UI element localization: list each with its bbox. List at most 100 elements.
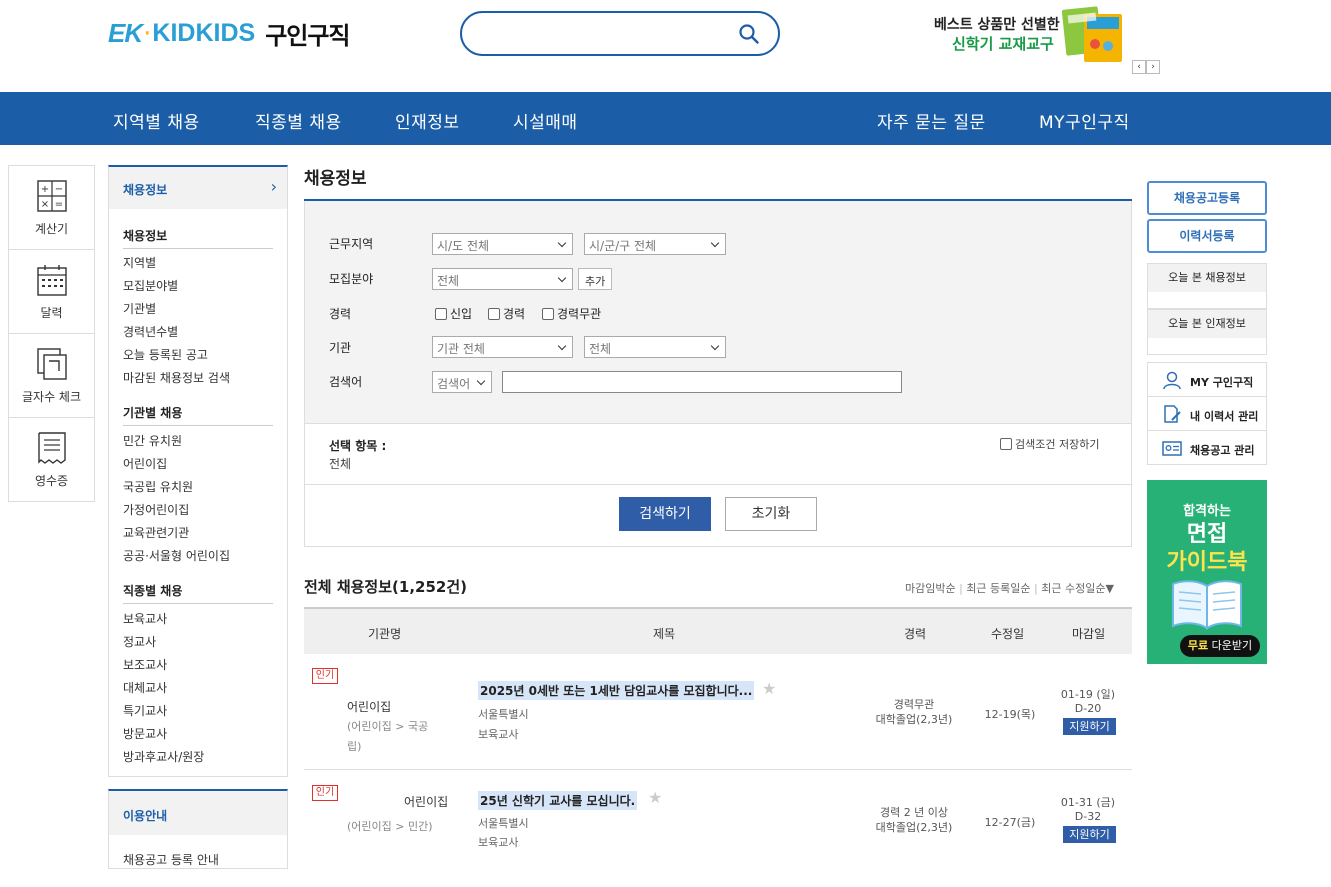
- keyword-input[interactable]: [502, 371, 902, 393]
- sort-modified[interactable]: 최근 수정일순▼: [1041, 582, 1114, 595]
- row-dday: D-32: [1074, 810, 1102, 823]
- apply-button[interactable]: 지원하기: [1063, 826, 1116, 843]
- side-section-title: 직종별 채용: [123, 582, 273, 604]
- quick-char-count[interactable]: 글자수 체크: [9, 334, 94, 418]
- side-link-region[interactable]: 지역별: [123, 254, 156, 271]
- nav-my-page[interactable]: MY구인구직: [1039, 108, 1130, 133]
- row-education: 대학졸업(2,3년): [875, 821, 953, 834]
- chevron-right-icon: ›: [270, 177, 277, 196]
- sort-registered[interactable]: 최근 등록일순: [966, 582, 1030, 595]
- nav-talent[interactable]: 인재정보: [395, 108, 460, 133]
- row-org[interactable]: 어린이집: [347, 698, 442, 716]
- nav-faq[interactable]: 자주 묻는 질문: [877, 108, 986, 133]
- nav-region-jobs[interactable]: 지역별 채용: [113, 108, 200, 133]
- popular-badge: 인기: [312, 668, 338, 684]
- col-org: 기관명: [368, 627, 402, 641]
- my-jobsearch-link[interactable]: MY 구인구직: [1148, 363, 1266, 397]
- banner-prev-button[interactable]: ‹: [1132, 60, 1146, 74]
- nav-occupation-jobs[interactable]: 직종별 채용: [255, 108, 342, 133]
- site-logo[interactable]: EK · KIDKIDS 구인구직: [108, 16, 351, 51]
- org-sub-select[interactable]: 전체: [584, 336, 726, 358]
- row-modified: 12-27(금): [984, 816, 1036, 829]
- side-link-field[interactable]: 모집분야별: [123, 277, 178, 294]
- side-link-daycare[interactable]: 어린이집: [123, 455, 167, 472]
- star-icon[interactable]: ★: [648, 788, 662, 807]
- save-condition-checkbox[interactable]: 검색조건 저장하기: [1000, 436, 1099, 452]
- quick-label: 계산기: [34, 222, 69, 236]
- side-link-visiting[interactable]: 방문교사: [123, 725, 167, 742]
- banner-arrows: ‹ ›: [1132, 60, 1160, 74]
- quick-receipt[interactable]: 영수증: [9, 418, 94, 502]
- open-book-icon: [1172, 580, 1242, 630]
- guide-menu-head[interactable]: 이용안내: [109, 791, 287, 835]
- side-link-private-kinder[interactable]: 민간 유치원: [123, 432, 182, 449]
- search-button[interactable]: 검색하기: [619, 497, 711, 531]
- table-row[interactable]: 인기 어린이집 (어린이집 > 민간) 25년 신학기 교사를 모십니다. ★ …: [304, 771, 1132, 887]
- side-link-assistant[interactable]: 보조교사: [123, 656, 167, 673]
- calculator-icon: + − × =: [37, 180, 67, 212]
- reset-button[interactable]: 초기화: [725, 497, 817, 531]
- my-jobpost-link[interactable]: 채용공고 관리: [1148, 431, 1266, 465]
- side-link-regular-teacher[interactable]: 정교사: [123, 633, 156, 650]
- side-menu-head[interactable]: 채용정보 ›: [109, 167, 287, 209]
- quick-label: 글자수 체크: [21, 390, 81, 404]
- checkbox-icon: [488, 307, 500, 320]
- sort-deadline[interactable]: 마감임박순: [905, 582, 956, 595]
- side-section-title: 채용정보: [123, 227, 273, 249]
- nav-facility-trade[interactable]: 시설매매: [513, 108, 578, 133]
- star-icon[interactable]: ★: [762, 679, 776, 698]
- today-viewed-talent[interactable]: 오늘 본 인재정보: [1147, 309, 1267, 355]
- region-gugun-select[interactable]: 시/군/구 전체: [584, 233, 726, 255]
- side-section-title: 기관별 채용: [123, 404, 273, 426]
- row-title[interactable]: 25년 신학기 교사를 모십니다.: [478, 791, 638, 810]
- logo-dot-icon: ·: [143, 18, 152, 49]
- search-filter: 근무지역 시/도 전체 시/군/구 전체 모집분야 전체 추가 경력 신입 경력…: [304, 201, 1132, 423]
- side-link-today[interactable]: 오늘 등록된 공고: [123, 346, 208, 363]
- quick-calculator[interactable]: + − × = 계산기: [9, 166, 94, 250]
- add-field-button[interactable]: 추가: [578, 268, 613, 290]
- search-input[interactable]: [482, 23, 732, 45]
- side-link-home-daycare[interactable]: 가정어린이집: [123, 501, 189, 518]
- org-select[interactable]: 기관 전체: [432, 336, 573, 358]
- keyword-type-select[interactable]: 검색어: [432, 371, 492, 393]
- apply-button[interactable]: 지원하기: [1063, 718, 1116, 735]
- region-sido-select[interactable]: 시/도 전체: [432, 233, 573, 255]
- side-link-public-kinder[interactable]: 국공립 유치원: [123, 478, 193, 495]
- post-resume-button[interactable]: 이력서등록: [1147, 219, 1267, 253]
- checkbox-icon: [1000, 438, 1012, 450]
- row-location: 서울특별시: [478, 817, 529, 830]
- guide-line3: 가이드북: [1166, 550, 1248, 575]
- field-select[interactable]: 전체: [432, 268, 573, 290]
- side-link-public-seoul[interactable]: 공공·서울형 어린이집: [123, 547, 230, 564]
- banner-ad[interactable]: 베스트 상품만 선별한 신학기 교재교구: [932, 6, 1132, 65]
- career-new-checkbox[interactable]: 신입: [435, 305, 472, 322]
- side-link-career[interactable]: 경력년수별: [123, 323, 178, 340]
- interview-guide-banner[interactable]: 합격하는 면접 가이드북 무료 다운받기: [1147, 480, 1267, 664]
- search-icon[interactable]: [738, 23, 760, 45]
- org-label: 기관: [329, 341, 352, 355]
- guide-free-label: 무료: [1187, 639, 1209, 652]
- search-buttons: 검색하기 초기화: [304, 484, 1132, 547]
- today-viewed-jobs[interactable]: 오늘 본 채용정보: [1147, 263, 1267, 309]
- guide-download-button[interactable]: 무료 다운받기: [1180, 635, 1260, 657]
- row-career: 경력 2 년 이상 대학졸업(2,3년): [864, 805, 964, 835]
- table-row[interactable]: 인기 어린이집 (어린이집 > 국공립) 2025년 0세반 또는 1세반 담임…: [304, 654, 1132, 770]
- quick-calendar[interactable]: 달력: [9, 250, 94, 334]
- side-link-substitute[interactable]: 대체교사: [123, 679, 167, 696]
- side-link-edu-org[interactable]: 교육관련기관: [123, 524, 189, 541]
- row-title[interactable]: 2025년 0세반 또는 1세반 담임교사를 모집합니다...: [478, 681, 755, 700]
- my-resume-link[interactable]: 내 이력서 관리: [1148, 397, 1266, 431]
- career-exp-checkbox[interactable]: 경력: [488, 305, 525, 322]
- guide-link-post[interactable]: 채용공고 등록 안내: [123, 851, 219, 868]
- side-link-special[interactable]: 특기교사: [123, 702, 167, 719]
- career-any-checkbox[interactable]: 경력무관: [542, 305, 601, 322]
- career-new-label: 신입: [450, 307, 473, 321]
- career-label: 경력: [329, 307, 352, 321]
- banner-line2: 신학기 교재교구: [952, 35, 1054, 53]
- side-link-org[interactable]: 기관별: [123, 300, 156, 317]
- banner-next-button[interactable]: ›: [1146, 60, 1160, 74]
- side-link-childcare-teacher[interactable]: 보육교사: [123, 610, 167, 627]
- side-link-afterschool[interactable]: 방과후교사/원장: [123, 748, 204, 765]
- side-link-closed[interactable]: 마감된 채용정보 검색: [123, 369, 230, 386]
- post-job-button[interactable]: 채용공고등록: [1147, 181, 1267, 215]
